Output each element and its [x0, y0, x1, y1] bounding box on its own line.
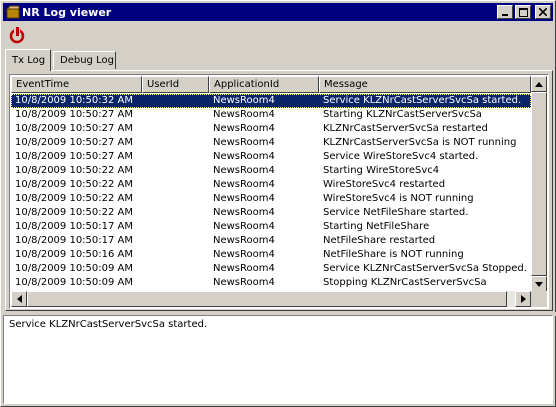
log-table[interactable]: EventTime UserId ApplicationId Message 1… [9, 74, 549, 309]
maximize-button[interactable] [515, 5, 531, 19]
table-row[interactable]: 10/8/2009 10:50:22 AM NewsRoom4 Service Ne… [11, 206, 531, 220]
table-row[interactable]: 10/8/2009 10:50:27 AM NewsRoom4 KLZNrCastS… [11, 122, 531, 136]
arrow-right-icon [520, 295, 526, 303]
table-row[interactable]: 10/8/2009 10:50:27 AM NewsRoom4 Starting K… [11, 108, 531, 122]
table-row[interactable]: 10/8/2009 10:50:17 AM NewsRoom4 Starting N… [11, 220, 531, 234]
table-row[interactable]: 10/8/2009 10:50:17 AM NewsRoom4 NetFileSha… [11, 234, 531, 248]
horizontal-scrollbar[interactable] [11, 291, 531, 307]
app-icon [6, 5, 20, 19]
refresh-button[interactable] [7, 26, 27, 44]
arrow-up-icon [535, 81, 543, 87]
minimize-icon [502, 14, 508, 16]
maximize-icon [518, 7, 528, 17]
column-header-applicationid[interactable]: ApplicationId [209, 76, 319, 93]
close-button[interactable] [535, 5, 551, 19]
table-row[interactable]: 10/8/2009 10:50:27 AM NewsRoom4 KLZNrCastS… [11, 136, 531, 150]
table-row[interactable]: 10/8/2009 10:50:22 AM NewsRoom4 WireStoreS… [11, 178, 531, 192]
red-circle-arrow-icon [9, 27, 25, 44]
tab-label: Tx Log [12, 55, 46, 66]
table-row[interactable]: 10/8/2009 10:50:16 AM NewsRoom4 NetFileSha… [11, 248, 531, 262]
close-icon [539, 8, 547, 16]
arrow-left-icon [16, 295, 22, 303]
table-row[interactable]: 10/8/2009 10:50:27 AM NewsRoom4 Service Wi… [11, 150, 531, 164]
column-header-message[interactable]: Message [319, 76, 531, 93]
column-header-userid[interactable]: UserId [142, 76, 209, 93]
message-detail-text: Service KLZNrCastServerSvcSa started. [9, 319, 208, 330]
minimize-button[interactable] [497, 5, 513, 19]
scroll-left-button[interactable] [11, 291, 27, 307]
scrollbar-corner [531, 291, 547, 307]
tab-tx-log[interactable]: Tx Log [5, 49, 51, 71]
table-row[interactable]: 10/8/2009 10:50:32 AM NewsRoom4 Service KL… [11, 94, 531, 108]
horizontal-scroll-thumb[interactable] [27, 291, 507, 307]
vertical-scroll-thumb[interactable] [531, 92, 547, 276]
arrow-down-icon [535, 281, 543, 287]
vertical-scrollbar[interactable] [531, 76, 547, 292]
window-title: NR Log viewer [22, 5, 112, 19]
tab-label: Debug Log [60, 55, 114, 66]
table-row[interactable]: 10/8/2009 10:50:09 AM NewsRoom4 Service KL… [11, 262, 531, 276]
table-header: EventTime UserId ApplicationId Message [11, 76, 531, 93]
table-row[interactable]: 10/8/2009 10:50:09 AM NewsRoom4 Stopping K… [11, 276, 531, 290]
scroll-up-button[interactable] [531, 76, 547, 92]
scroll-down-button[interactable] [531, 276, 547, 292]
message-detail-pane[interactable]: Service KLZNrCastServerSvcSa started. [3, 315, 553, 404]
table-row[interactable]: 10/8/2009 10:50:22 AM NewsRoom4 Starting W… [11, 164, 531, 178]
scroll-right-button[interactable] [515, 291, 531, 307]
title-bar[interactable]: NR Log viewer [3, 3, 553, 21]
column-header-eventtime[interactable]: EventTime [11, 76, 142, 93]
table-row[interactable]: 10/8/2009 10:50:22 AM NewsRoom4 WireStoreS… [11, 192, 531, 206]
app-window: NR Log viewer Tx Log Debug Log EventTime… [0, 0, 556, 407]
tab-debug-log[interactable]: Debug Log [53, 51, 116, 69]
